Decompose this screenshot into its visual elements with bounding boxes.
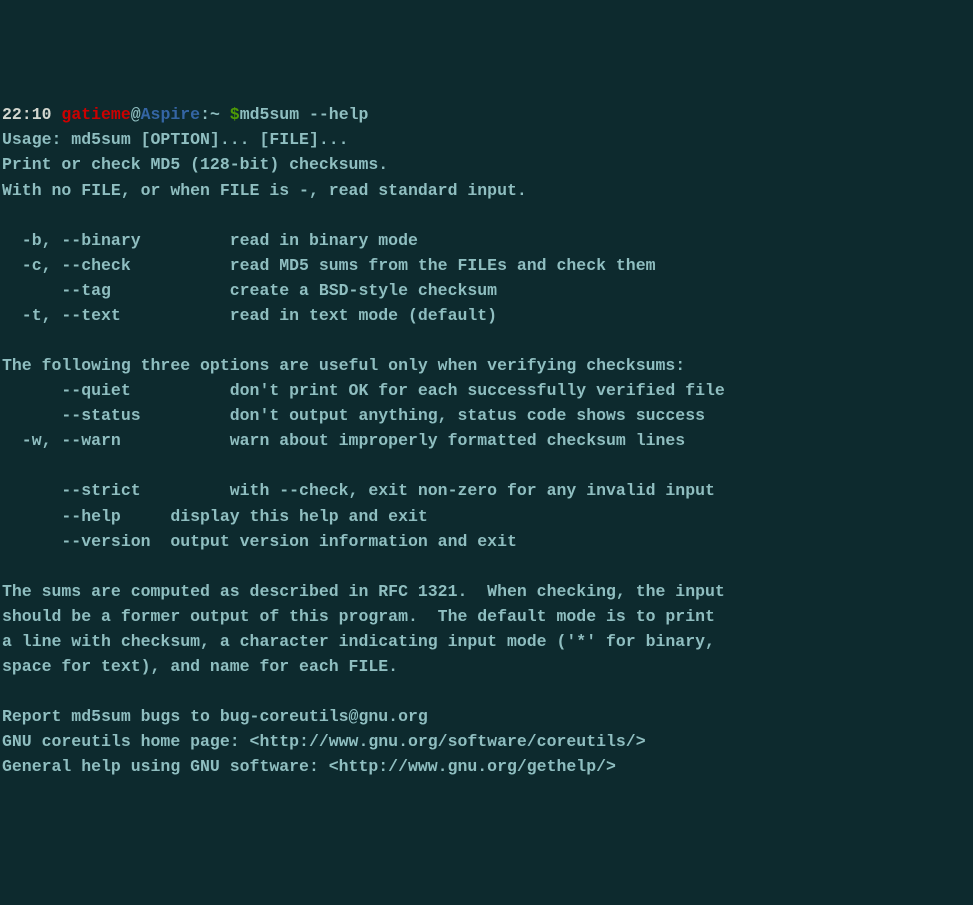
prompt-dollar: $ (220, 105, 240, 124)
output-line: Report md5sum bugs to bug-coreutils@gnu.… (2, 707, 428, 726)
output-line: --tag create a BSD-style checksum (2, 281, 497, 300)
prompt-host: Aspire (141, 105, 200, 124)
output-line: The following three options are useful o… (2, 356, 685, 375)
output-line: -w, --warn warn about improperly formatt… (2, 431, 685, 450)
output-line: --strict with --check, exit non-zero for… (2, 481, 715, 500)
command-text: md5sum --help (240, 105, 369, 124)
output-line: GNU coreutils home page: <http://www.gnu… (2, 732, 646, 751)
output-line: -b, --binary read in binary mode (2, 231, 418, 250)
output-line: --status don't output anything, status c… (2, 406, 705, 425)
output-line: a line with checksum, a character indica… (2, 632, 715, 651)
terminal[interactable]: 22:10 gatieme@Aspire:~ $md5sum --help Us… (2, 102, 971, 779)
output-line: should be a former output of this progra… (2, 607, 715, 626)
prompt-line: 22:10 gatieme@Aspire:~ $md5sum --help (2, 105, 368, 124)
output-line: --version output version information and… (2, 532, 517, 551)
output-line: Usage: md5sum [OPTION]... [FILE]... (2, 130, 349, 149)
output-line: space for text), and name for each FILE. (2, 657, 398, 676)
output-line: With no FILE, or when FILE is -, read st… (2, 181, 527, 200)
prompt-user: gatieme (61, 105, 130, 124)
prompt-path: ~ (210, 105, 220, 124)
output-line: --help display this help and exit (2, 507, 428, 526)
output-line: -c, --check read MD5 sums from the FILEs… (2, 256, 656, 275)
output-line: Print or check MD5 (128-bit) checksums. (2, 155, 388, 174)
prompt-time: 22:10 (2, 105, 52, 124)
prompt-colon: : (200, 105, 210, 124)
output-line: -t, --text read in text mode (default) (2, 306, 497, 325)
output-line: General help using GNU software: <http:/… (2, 757, 616, 776)
output-line: --quiet don't print OK for each successf… (2, 381, 725, 400)
output-line: The sums are computed as described in RF… (2, 582, 725, 601)
prompt-at: @ (131, 105, 141, 124)
